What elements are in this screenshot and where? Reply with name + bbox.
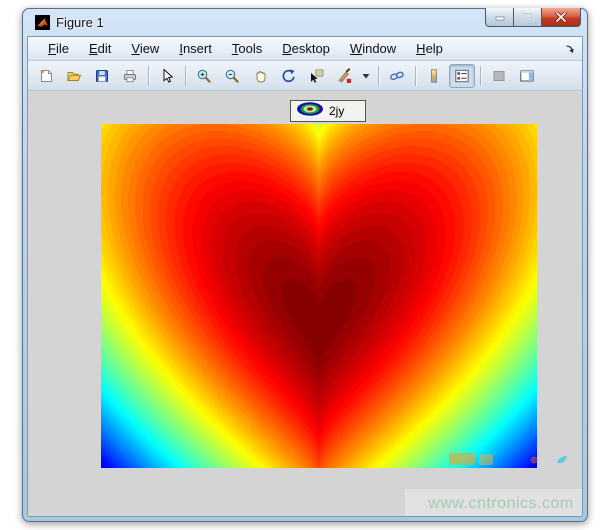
toolbar: [28, 61, 582, 91]
edit-plot-button[interactable]: [154, 64, 180, 88]
hide-plot-tools-icon: [491, 68, 507, 84]
dropdown-arrow-icon: [362, 73, 370, 79]
zoom-out-button[interactable]: [219, 64, 245, 88]
brush-icon: [336, 68, 352, 84]
toolbar-separator: [480, 66, 481, 86]
menu-item-insert[interactable]: Insert: [169, 38, 222, 59]
menu-item-desktop[interactable]: Desktop: [272, 38, 340, 59]
window-title: Figure 1: [56, 15, 104, 30]
rotate-icon: [280, 68, 296, 84]
open-folder-icon: [66, 68, 82, 84]
menu-item-edit[interactable]: Edit: [79, 38, 121, 59]
watermark-text: www.cntronics.com: [428, 495, 573, 513]
legend-box[interactable]: 2jy: [290, 100, 366, 122]
save-icon: [94, 68, 110, 84]
legend-entry-label: 2jy: [329, 104, 344, 118]
show-plot-tools-button[interactable]: [514, 64, 540, 88]
show-plot-tools-icon: [519, 68, 535, 84]
zoom-in-button[interactable]: [191, 64, 217, 88]
pan-button[interactable]: [247, 64, 273, 88]
window-controls: [485, 8, 581, 27]
brush-dropdown-button[interactable]: [359, 64, 373, 88]
toolbar-separator: [378, 66, 379, 86]
new-document-icon: [38, 68, 54, 84]
new-figure-button[interactable]: [33, 64, 59, 88]
watermark-banner: www.cntronics.com: [405, 489, 583, 517]
title-bar[interactable]: Figure 1: [27, 9, 583, 36]
toolbar-separator: [185, 66, 186, 86]
zoom-out-icon: [224, 68, 240, 84]
contour-rings-icon: [295, 101, 325, 122]
brush-data-button[interactable]: [331, 64, 357, 88]
menu-item-help[interactable]: Help: [406, 38, 453, 59]
open-file-button[interactable]: [61, 64, 87, 88]
minimize-button[interactable]: [485, 8, 514, 27]
print-icon: [122, 68, 138, 84]
matlab-icon: [35, 15, 50, 30]
insert-legend-button[interactable]: [449, 64, 475, 88]
print-figure-button[interactable]: [117, 64, 143, 88]
menu-item-file[interactable]: File: [38, 38, 79, 59]
colorbar-icon: [426, 68, 442, 84]
link-icon: [389, 68, 405, 84]
menu-item-view[interactable]: View: [121, 38, 169, 59]
hide-plot-tools-button[interactable]: [486, 64, 512, 88]
heart-contour-plot[interactable]: [101, 124, 537, 468]
toolbar-separator: [148, 66, 149, 86]
dock-arrow-icon[interactable]: [564, 42, 576, 54]
figure-client-area: FileEditViewInsertToolsDesktopWindowHelp: [27, 36, 583, 517]
rotate-3d-button[interactable]: [275, 64, 301, 88]
link-plot-button[interactable]: [384, 64, 410, 88]
screenshot-stage: Figure 1 FileEditViewInsert: [0, 0, 602, 530]
hand-icon: [252, 68, 268, 84]
data-cursor-button[interactable]: [303, 64, 329, 88]
maximize-button[interactable]: [514, 8, 542, 27]
pointer-icon: [159, 68, 175, 84]
menu-item-window[interactable]: Window: [340, 38, 406, 59]
watermark-logo-fragment: [421, 451, 581, 471]
toolbar-separator: [415, 66, 416, 86]
zoom-in-icon: [196, 68, 212, 84]
legend-icon: [454, 68, 470, 84]
menu-item-tools[interactable]: Tools: [222, 38, 272, 59]
data-cursor-icon: [308, 68, 324, 84]
menu-bar: FileEditViewInsertToolsDesktopWindowHelp: [28, 37, 582, 61]
figure-window: Figure 1 FileEditViewInsert: [22, 8, 588, 522]
save-figure-button[interactable]: [89, 64, 115, 88]
close-button[interactable]: [542, 8, 581, 27]
insert-colorbar-button[interactable]: [421, 64, 447, 88]
